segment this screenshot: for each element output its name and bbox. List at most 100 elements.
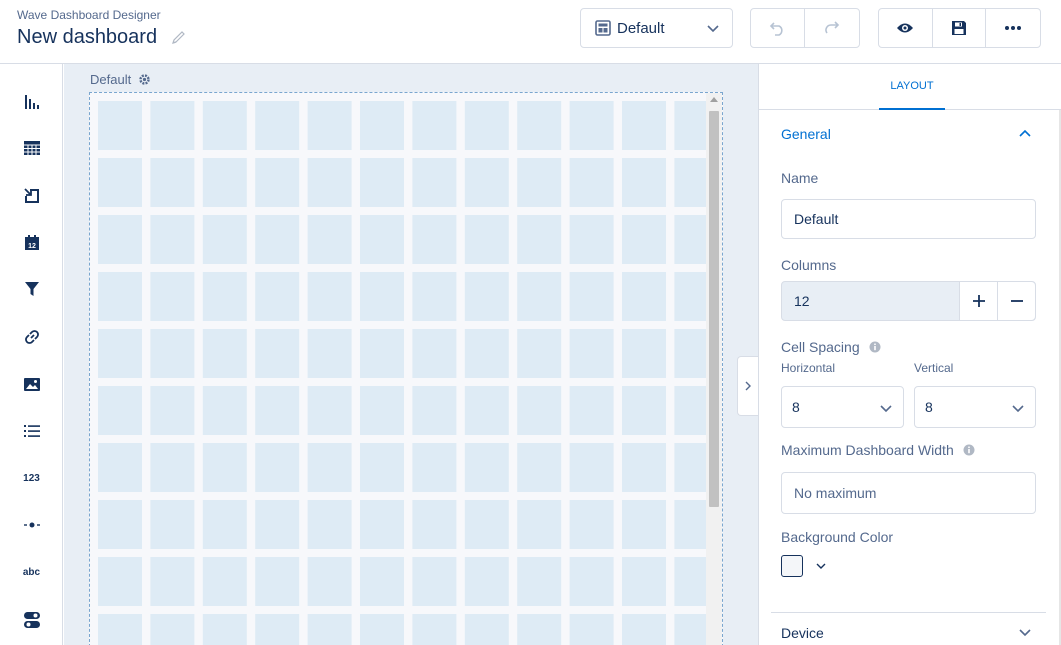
grid-cell[interactable] (150, 158, 195, 207)
grid-cell[interactable] (674, 158, 708, 207)
grid-cell[interactable] (202, 443, 247, 492)
grid-cell[interactable] (98, 500, 142, 549)
grid-cell[interactable] (674, 386, 708, 435)
panel-collapse-button[interactable] (737, 356, 758, 416)
grid-cell[interactable] (517, 614, 562, 645)
grid-cell[interactable] (307, 500, 352, 549)
list-widget-button[interactable] (0, 411, 63, 451)
grid-cell[interactable] (622, 329, 666, 378)
grid-cell[interactable] (674, 557, 708, 606)
grid-cell[interactable] (517, 272, 562, 321)
grid-cell[interactable] (98, 443, 142, 492)
grid-cell[interactable] (517, 329, 562, 378)
grid-cell[interactable] (569, 500, 614, 549)
grid-cell[interactable] (622, 101, 666, 150)
undo-button[interactable] (751, 9, 806, 47)
grid-cell[interactable] (202, 101, 247, 150)
grid-cell[interactable] (464, 272, 509, 321)
max-width-input[interactable]: No maximum (781, 472, 1036, 514)
scroll-thumb[interactable] (709, 111, 719, 507)
device-section-header[interactable]: Device (771, 612, 1046, 645)
grid-cell[interactable] (412, 614, 457, 645)
grid-cell[interactable] (569, 386, 614, 435)
grid-cell[interactable] (255, 101, 300, 150)
grid-cell[interactable] (569, 101, 614, 150)
grid-cell[interactable] (202, 215, 247, 264)
canvas-scrollbar[interactable] (706, 93, 722, 645)
grid-cell[interactable] (98, 329, 142, 378)
table-widget-button[interactable] (0, 128, 63, 168)
grid-cell[interactable] (674, 443, 708, 492)
grid-cell[interactable] (202, 329, 247, 378)
grid-cell[interactable] (569, 272, 614, 321)
grid-cell[interactable] (150, 215, 195, 264)
chart-widget-button[interactable] (0, 82, 63, 122)
grid-cell[interactable] (202, 614, 247, 645)
columns-value[interactable]: 12 (782, 282, 959, 320)
grid-cell[interactable] (517, 500, 562, 549)
container-widget-button[interactable] (0, 176, 63, 216)
toggle-widget-button[interactable] (0, 600, 63, 640)
grid-cell[interactable] (412, 329, 457, 378)
grid-cell[interactable] (622, 614, 666, 645)
grid-cell[interactable] (517, 101, 562, 150)
grid-cell[interactable] (150, 101, 195, 150)
grid-cell[interactable] (464, 557, 509, 606)
general-section-header[interactable]: General (771, 114, 1046, 154)
grid-cell[interactable] (255, 158, 300, 207)
grid-cell[interactable] (150, 272, 195, 321)
range-widget-button[interactable] (0, 505, 63, 545)
grid-cell[interactable] (360, 329, 404, 378)
grid-cell[interactable] (98, 158, 142, 207)
grid-cell[interactable] (464, 443, 509, 492)
grid-cell[interactable] (517, 557, 562, 606)
grid-cell[interactable] (150, 557, 195, 606)
date-widget-button[interactable]: 12 (0, 222, 63, 262)
grid-cell[interactable] (202, 557, 247, 606)
grid-cell[interactable] (360, 215, 404, 264)
text-widget-button[interactable]: abc (0, 552, 63, 592)
grid-cell[interactable] (517, 386, 562, 435)
grid-cell[interactable] (360, 443, 404, 492)
grid-cell[interactable] (150, 443, 195, 492)
grid-cell[interactable] (464, 329, 509, 378)
image-widget-button[interactable] (0, 364, 63, 404)
grid-cell[interactable] (412, 272, 457, 321)
gear-icon[interactable] (138, 73, 151, 86)
info-icon[interactable] (963, 444, 975, 456)
grid-cell[interactable] (569, 215, 614, 264)
number-widget-button[interactable]: 123 (0, 458, 63, 498)
grid-cell[interactable] (360, 101, 404, 150)
grid-cell[interactable] (622, 500, 666, 549)
horizontal-spacing-select[interactable]: 8 (781, 386, 904, 428)
grid-cell[interactable] (674, 215, 708, 264)
grid-cell[interactable] (569, 557, 614, 606)
grid-cell[interactable] (569, 614, 614, 645)
grid-cell[interactable] (569, 443, 614, 492)
link-widget-button[interactable] (0, 317, 63, 357)
grid-cell[interactable] (517, 215, 562, 264)
grid-cell[interactable] (307, 272, 352, 321)
grid-cell[interactable] (412, 386, 457, 435)
grid-cell[interactable] (255, 215, 300, 264)
grid-cell[interactable] (98, 272, 142, 321)
grid-cell[interactable] (307, 215, 352, 264)
grid-cell[interactable] (202, 158, 247, 207)
grid-cell[interactable] (360, 272, 404, 321)
scroll-up-arrow[interactable] (710, 97, 718, 102)
grid-cell[interactable] (150, 386, 195, 435)
grid-cell[interactable] (360, 500, 404, 549)
grid-cell[interactable] (412, 443, 457, 492)
grid-cell[interactable] (360, 158, 404, 207)
grid-cell[interactable] (150, 329, 195, 378)
grid-cell[interactable] (255, 557, 300, 606)
grid-cell[interactable] (360, 557, 404, 606)
grid-cell[interactable] (622, 158, 666, 207)
grid-cell[interactable] (674, 329, 708, 378)
edit-pencil-icon[interactable] (170, 30, 188, 46)
grid-cell[interactable] (202, 500, 247, 549)
chevron-down-icon[interactable] (815, 561, 827, 571)
grid-cell[interactable] (464, 158, 509, 207)
grid-cell[interactable] (307, 557, 352, 606)
grid-cell[interactable] (622, 215, 666, 264)
